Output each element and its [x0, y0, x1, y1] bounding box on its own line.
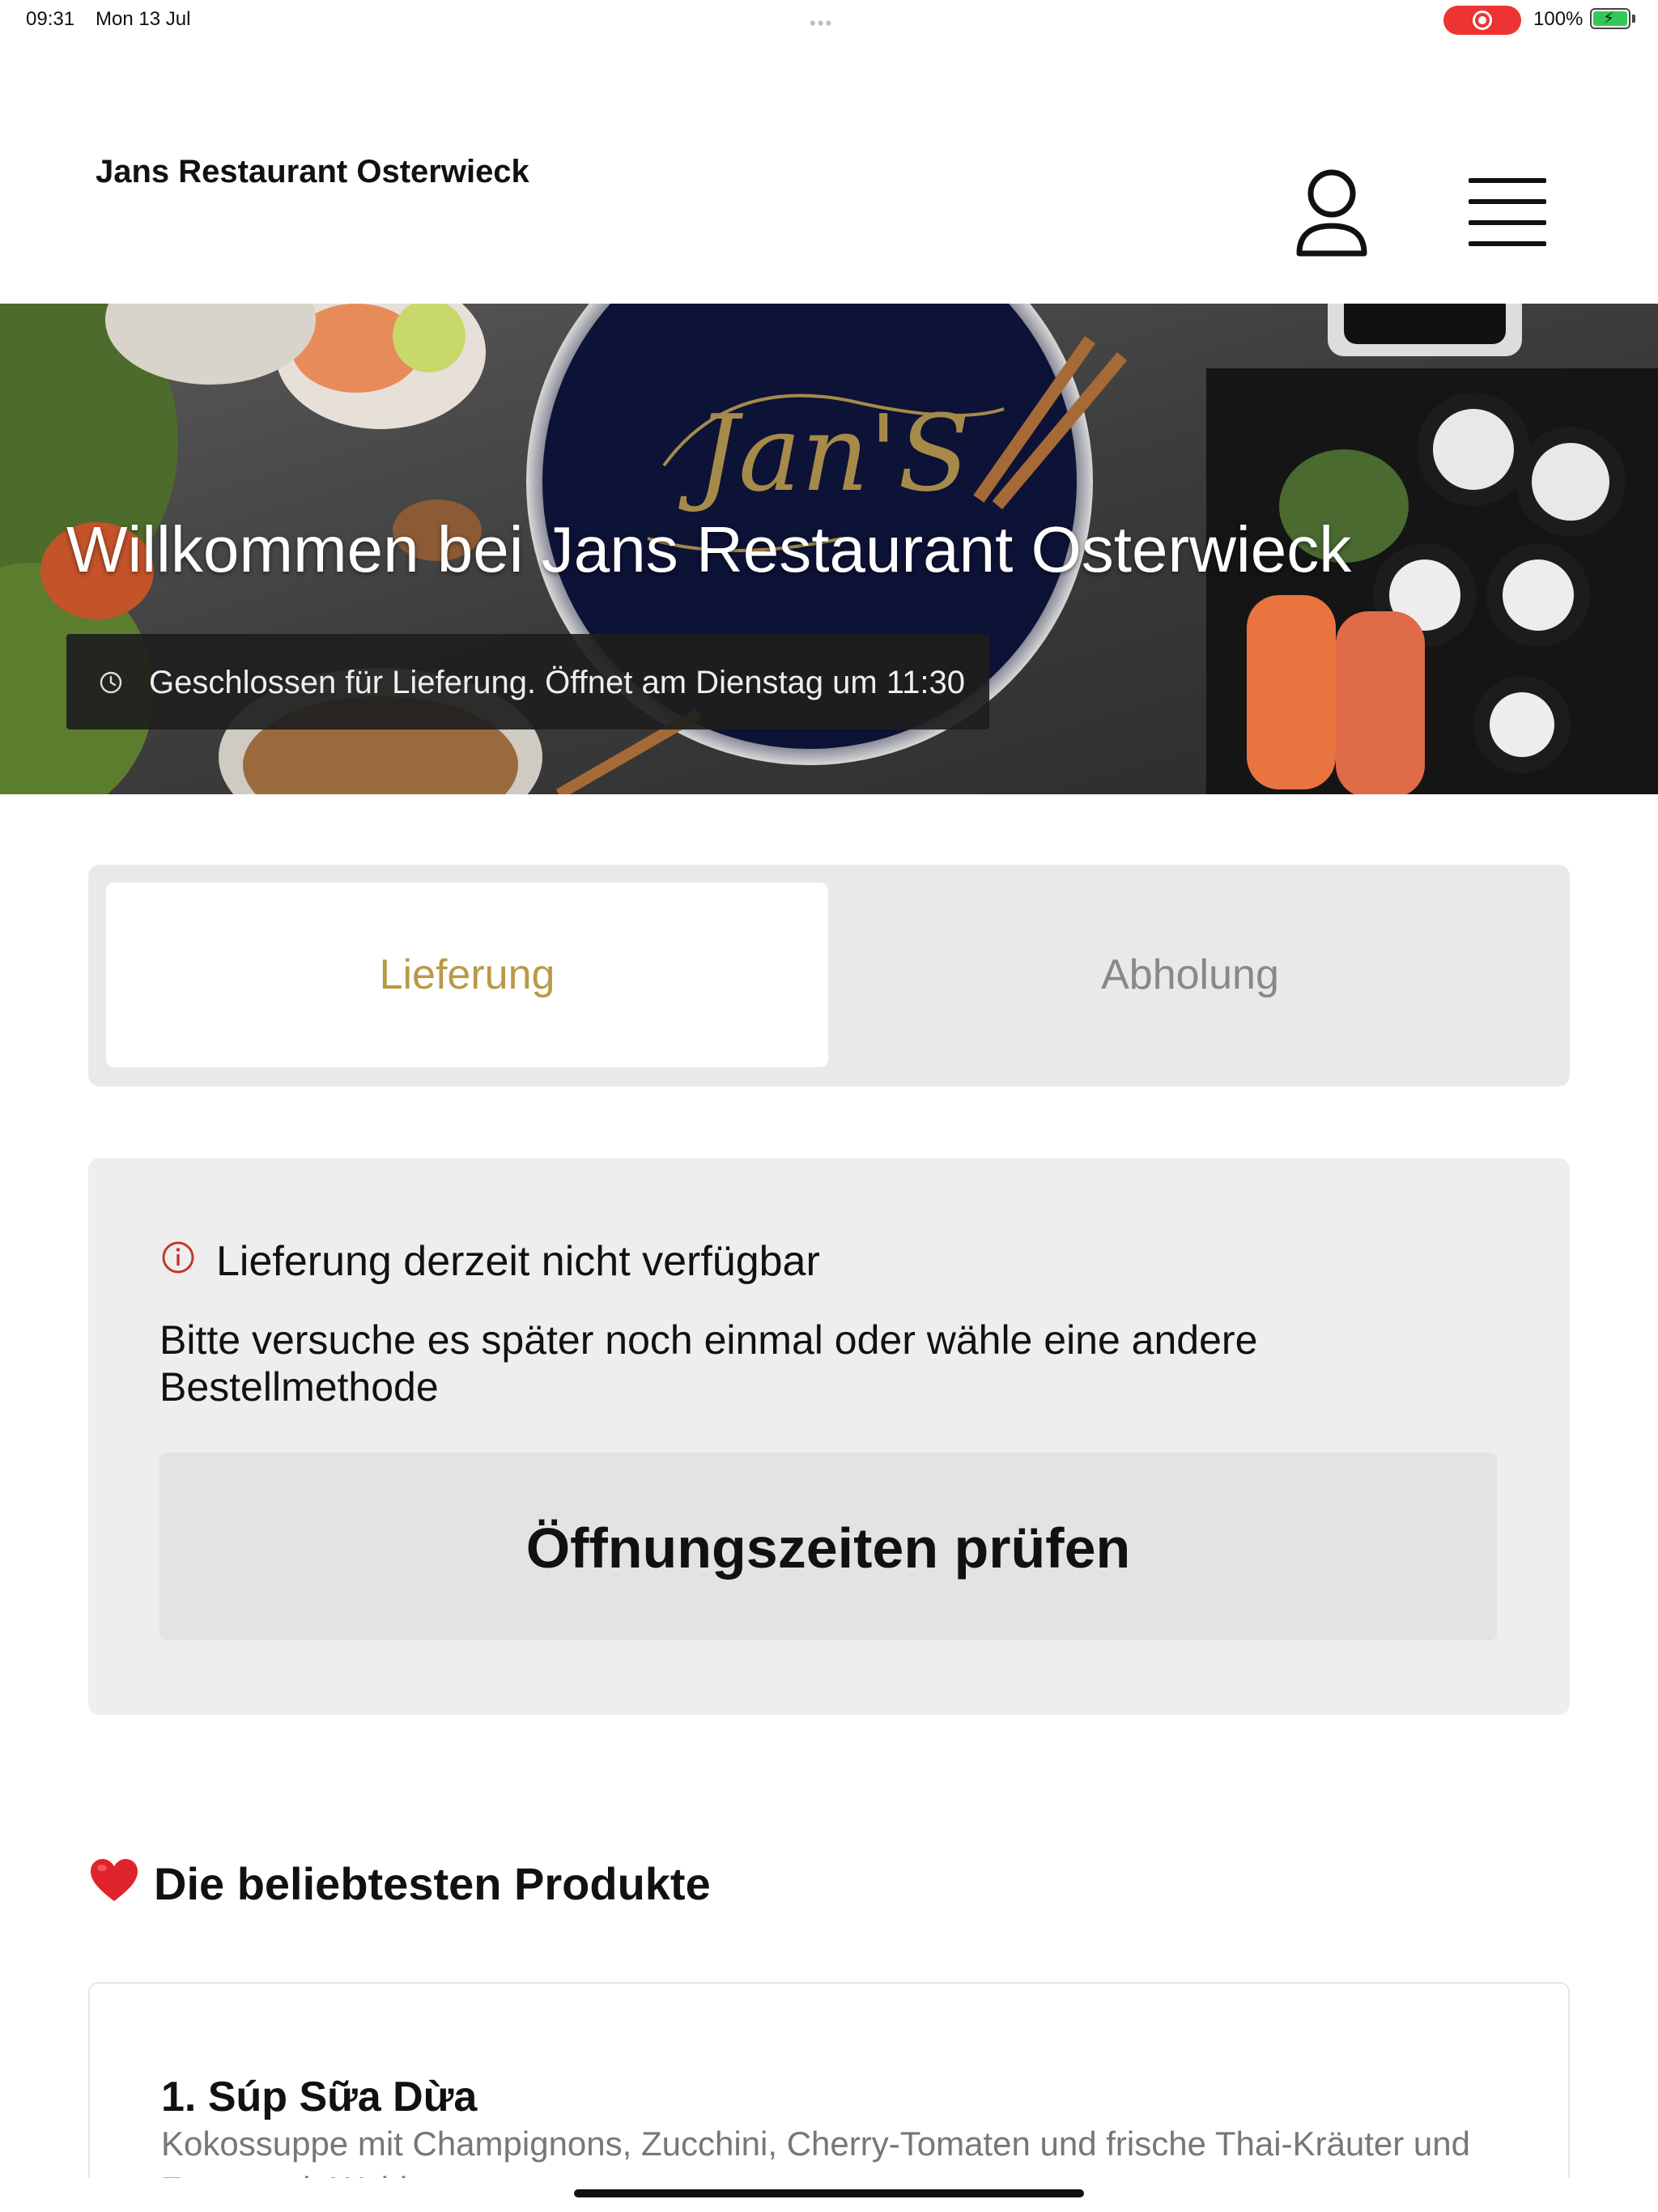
- notice-title: Lieferung derzeit nicht verfügbar: [216, 1238, 820, 1285]
- battery-percent: 100%: [1533, 8, 1584, 30]
- tab-delivery-label: Lieferung: [379, 951, 555, 998]
- hamburger-menu-icon[interactable]: [1467, 178, 1548, 248]
- tab-pickup[interactable]: Abholung: [828, 883, 1552, 1067]
- check-opening-hours-button[interactable]: Öffnungszeiten prüfen: [159, 1453, 1497, 1640]
- battery-cap: [1632, 15, 1635, 23]
- user-icon[interactable]: [1291, 166, 1372, 260]
- order-mode-toggle: Lieferung Abholung: [88, 865, 1570, 1087]
- app-header: Jans Restaurant Osterwieck: [0, 40, 1658, 304]
- clock-icon: [100, 671, 122, 694]
- popular-products-title: Die beliebtesten Produkte: [154, 1858, 711, 1909]
- tab-delivery[interactable]: Lieferung: [106, 883, 828, 1067]
- brand-name[interactable]: Jans Restaurant Osterwieck: [96, 154, 529, 190]
- opening-status-pill: Geschlossen für Lieferung. Öffnet am Die…: [66, 634, 989, 730]
- check-opening-hours-label: Öffnungszeiten prüfen: [525, 1516, 1131, 1580]
- status-time: 09:31: [26, 8, 75, 30]
- info-icon: [162, 1241, 194, 1274]
- heart-icon: [91, 1859, 138, 1901]
- product-name: 1. Súp Sữa Dừa: [161, 2074, 478, 2121]
- hero-title: Willkommen bei Jans Restaurant Osterwiec…: [66, 513, 1352, 585]
- hero-banner: Jan'S Willkommen bei Jans Restaurant Ost…: [0, 304, 1658, 794]
- notice-body: Bitte versuche es später noch einmal ode…: [159, 1317, 1258, 1410]
- battery-icon: ⚡: [1590, 8, 1630, 29]
- status-bar: 09:31 Mon 13 Jul ••• 100% ⚡: [0, 0, 1658, 40]
- opening-status-text: Geschlossen für Lieferung. Öffnet am Die…: [149, 665, 965, 700]
- svg-text:Jan'S: Jan'S: [678, 392, 970, 515]
- app-page: 09:31 Mon 13 Jul ••• 100% ⚡ Jans Restaur…: [0, 0, 1658, 2212]
- multitasking-dots-icon[interactable]: •••: [810, 13, 833, 34]
- delivery-unavailable-card: Lieferung derzeit nicht verfügbar Bitte …: [88, 1158, 1570, 1715]
- home-indicator[interactable]: [574, 2189, 1084, 2197]
- tab-pickup-label: Abholung: [1101, 951, 1279, 998]
- screen-recording-icon[interactable]: [1443, 6, 1521, 35]
- status-date: Mon 13 Jul: [96, 8, 191, 30]
